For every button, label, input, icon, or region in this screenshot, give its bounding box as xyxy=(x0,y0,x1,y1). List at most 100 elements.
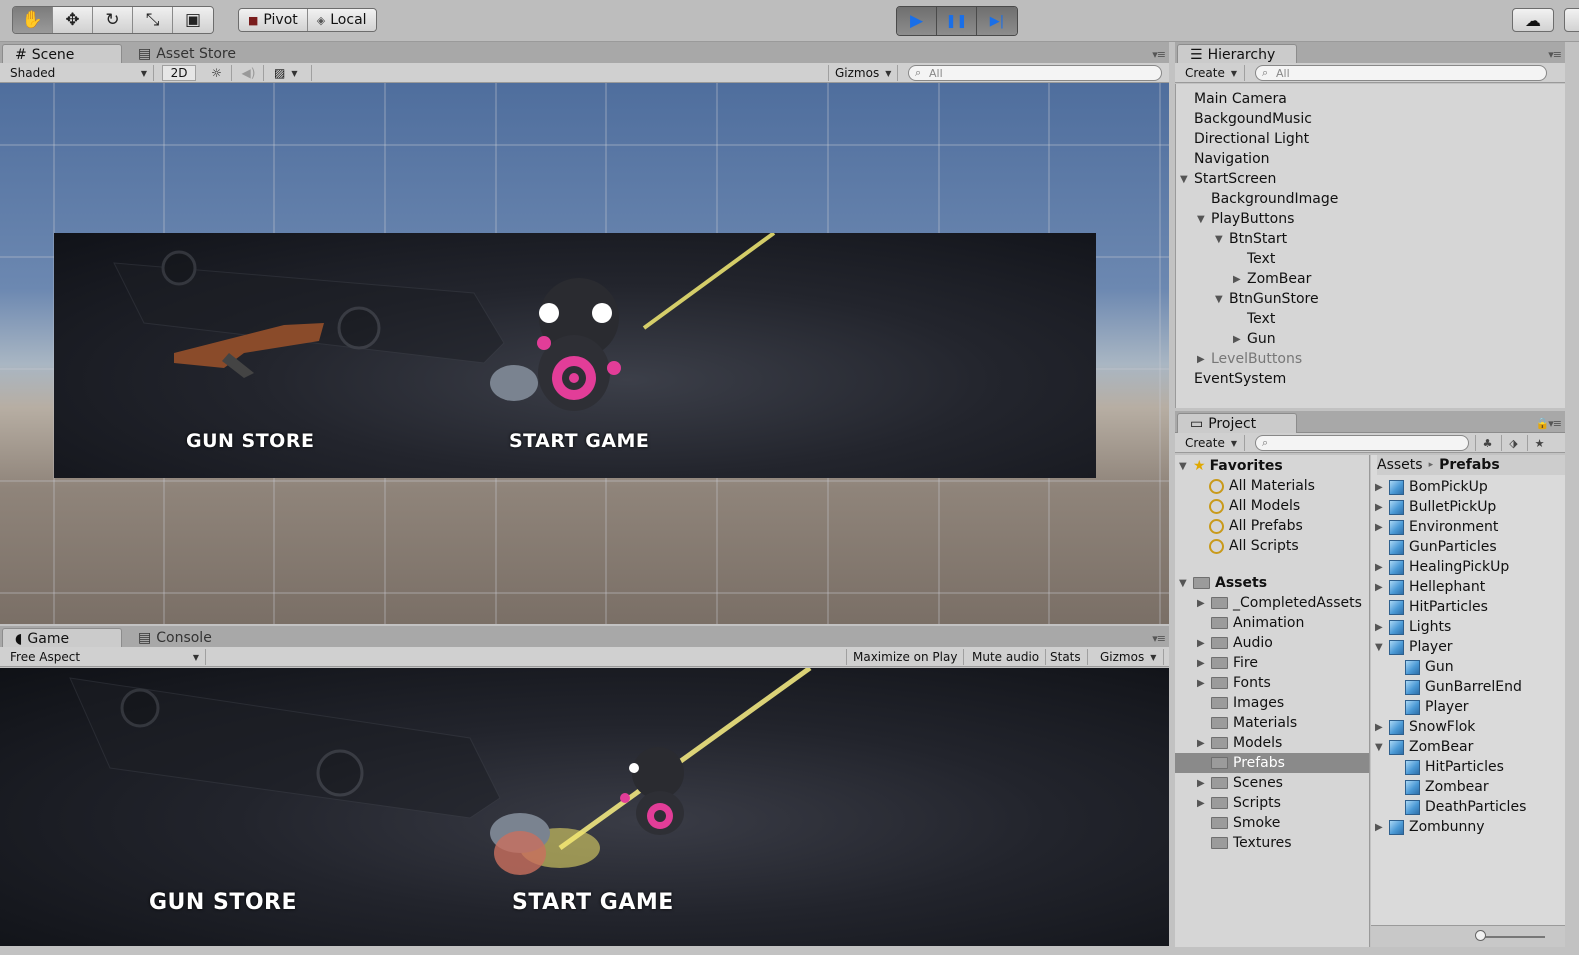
pivot-button[interactable]: ■ Pivot xyxy=(239,9,308,31)
scene-ui-canvas[interactable]: GUN STORE START GAME xyxy=(54,233,1096,478)
pause-button[interactable]: ❚❚ xyxy=(937,7,977,35)
hierarchy-item-btn-gun-store[interactable]: ▼ BtnGunStore xyxy=(1215,289,1319,309)
scene-search-input[interactable]: ⌕ All xyxy=(908,65,1162,81)
local-button[interactable]: ◈ Local xyxy=(307,9,376,31)
favorite-item[interactable]: All Materials xyxy=(1209,476,1315,496)
tab-scene[interactable]: # Scene xyxy=(2,44,122,64)
expander-icon[interactable]: ▼ xyxy=(1215,294,1229,305)
prefab-item[interactable]: ▶ Environment xyxy=(1375,517,1498,537)
folder-item[interactable]: Animation xyxy=(1197,613,1304,633)
prefab-child-item[interactable]: Player xyxy=(1391,697,1469,717)
tab-project[interactable]: ▭ Project xyxy=(1177,413,1297,433)
favorite-button[interactable]: ★ xyxy=(1527,435,1551,451)
effects-dropdown[interactable]: ▨ ▼ xyxy=(268,65,312,81)
prefab-child-item[interactable]: HitParticles xyxy=(1391,757,1504,777)
project-create-dropdown[interactable]: Create ▼ xyxy=(1179,435,1245,451)
prefab-item[interactable]: ▼ ZomBear xyxy=(1375,737,1473,757)
prefab-item[interactable]: ▶ Hellephant xyxy=(1375,577,1485,597)
folder-item[interactable]: ▶ _CompletedAssets xyxy=(1197,593,1362,613)
hierarchy-item-text[interactable]: Text xyxy=(1233,309,1275,329)
hierarchy-item-text[interactable]: Text xyxy=(1233,249,1275,269)
hierarchy-item-btn-start[interactable]: ▼ BtnStart xyxy=(1215,229,1287,249)
project-search-input[interactable]: ⌕ xyxy=(1255,435,1469,451)
folder-item[interactable]: ▶ Scripts xyxy=(1197,793,1281,813)
tab-hierarchy[interactable]: ☰ Hierarchy xyxy=(1177,44,1297,64)
rect-tool-button[interactable]: ▣ xyxy=(173,7,213,33)
cloud-button[interactable]: ☁ xyxy=(1512,8,1554,32)
favorite-item[interactable]: All Models xyxy=(1209,496,1300,516)
hierarchy-item-start-screen[interactable]: ▼ StartScreen xyxy=(1180,169,1276,189)
hierarchy-search-input[interactable]: ⌕ All xyxy=(1255,65,1547,81)
hand-tool-button[interactable]: ✋ xyxy=(13,7,53,33)
expander-icon[interactable]: ▶ xyxy=(1197,354,1211,365)
expander-icon[interactable]: ▶ xyxy=(1233,274,1247,285)
prefab-item[interactable]: ▶ BulletPickUp xyxy=(1375,497,1496,517)
rotate-tool-button[interactable]: ↻ xyxy=(93,7,133,33)
expander-icon[interactable]: ▶ xyxy=(1233,334,1247,345)
folder-item[interactable]: Smoke xyxy=(1197,813,1280,833)
prefab-child-item[interactable]: Gun xyxy=(1391,657,1454,677)
tab-console[interactable]: ▤ Console xyxy=(126,628,224,648)
game-gizmos-dropdown[interactable]: Gizmos ▼ xyxy=(1094,649,1164,665)
tab-game[interactable]: ◖ Game xyxy=(2,628,122,648)
hierarchy-item-background-image[interactable]: BackgroundImage xyxy=(1197,189,1338,209)
prefab-item[interactable]: ▶ HealingPickUp xyxy=(1375,557,1509,577)
expander-icon[interactable]: ▼ xyxy=(1197,214,1211,225)
scene-view[interactable]: GUN STORE START GAME xyxy=(0,83,1169,624)
play-button[interactable]: ▶ xyxy=(897,7,937,35)
hierarchy-item-backgound-music[interactable]: BackgoundMusic xyxy=(1180,109,1312,129)
panel-menu-icon[interactable]: ▾≡ xyxy=(1548,48,1562,61)
scene-gizmos-dropdown[interactable]: Gizmos ▼ xyxy=(828,65,898,81)
folder-item[interactable]: ▶ Models xyxy=(1197,733,1282,753)
game-start-game-label[interactable]: START GAME xyxy=(512,890,674,915)
canvas-gun-store-label[interactable]: GUN STORE xyxy=(186,430,314,452)
hierarchy-item-play-buttons[interactable]: ▼ PlayButtons xyxy=(1197,209,1294,229)
aspect-dropdown[interactable]: Free Aspect ▼ xyxy=(4,649,206,665)
folder-item[interactable]: Materials xyxy=(1197,713,1297,733)
panel-menu-icon[interactable]: ▾≡ xyxy=(1152,632,1166,645)
hierarchy-item-main-camera[interactable]: Main Camera xyxy=(1180,89,1287,109)
folder-item[interactable]: Textures xyxy=(1197,833,1292,853)
hierarchy-item-zombear[interactable]: ▶ ZomBear xyxy=(1233,269,1311,289)
favorite-item[interactable]: All Scripts xyxy=(1209,536,1299,556)
hierarchy-create-dropdown[interactable]: Create ▼ xyxy=(1179,65,1245,81)
favorite-item[interactable]: All Prefabs xyxy=(1209,516,1303,536)
hierarchy-item-event-system[interactable]: EventSystem xyxy=(1180,369,1286,389)
shading-dropdown[interactable]: Shaded ▼ xyxy=(4,65,154,81)
move-tool-button[interactable]: ✥ xyxy=(53,7,93,33)
prefab-item[interactable]: HitParticles xyxy=(1375,597,1488,617)
prefab-item[interactable]: ▶ Lights xyxy=(1375,617,1451,637)
favorites-header[interactable]: ▼ ★ Favorites xyxy=(1179,456,1283,476)
prefab-item[interactable]: ▶ SnowFlok xyxy=(1375,717,1475,737)
prefab-child-item[interactable]: DeathParticles xyxy=(1391,797,1526,817)
prefab-item[interactable]: ▶ BomPickUp xyxy=(1375,477,1488,497)
prefab-item[interactable]: ▶ Zombunny xyxy=(1375,817,1485,837)
breadcrumb-root[interactable]: Assets xyxy=(1377,457,1423,473)
folder-item[interactable]: ▶ Fire xyxy=(1197,653,1258,673)
hierarchy-item-directional-light[interactable]: Directional Light xyxy=(1180,129,1309,149)
game-gun-store-label[interactable]: GUN STORE xyxy=(149,890,297,915)
prefab-item[interactable]: GunParticles xyxy=(1375,537,1497,557)
hierarchy-item-navigation[interactable]: Navigation xyxy=(1180,149,1270,169)
panel-menu-icon[interactable]: ▾≡ xyxy=(1152,48,1166,61)
maximize-on-play-toggle[interactable]: Maximize on Play xyxy=(846,649,965,665)
prefab-child-item[interactable]: GunBarrelEnd xyxy=(1391,677,1522,697)
folder-item[interactable]: ▶ Fonts xyxy=(1197,673,1271,693)
audio-toggle[interactable]: ◀) xyxy=(234,65,264,81)
folder-item-selected[interactable]: Prefabs xyxy=(1175,753,1369,773)
hierarchy-item-level-buttons[interactable]: ▶ LevelButtons xyxy=(1197,349,1302,369)
scale-tool-button[interactable]: ⤡ xyxy=(133,7,173,33)
lighting-toggle[interactable]: ☼ xyxy=(202,65,232,81)
folder-item[interactable]: Images xyxy=(1197,693,1284,713)
step-button[interactable]: ▶| xyxy=(977,7,1017,35)
prefab-item[interactable]: ▼ Player xyxy=(1375,637,1453,657)
account-button[interactable] xyxy=(1564,8,1579,32)
expander-icon[interactable]: ▼ xyxy=(1215,234,1229,245)
game-view[interactable]: GUN STORE START GAME xyxy=(0,668,1169,946)
tab-asset-store[interactable]: ▤ Asset Store xyxy=(126,44,248,64)
icon-size-slider[interactable] xyxy=(1475,930,1486,941)
filter-type-button[interactable]: ♣ xyxy=(1475,435,1499,451)
folder-item[interactable]: ▶ Scenes xyxy=(1197,773,1283,793)
canvas-start-game-label[interactable]: START GAME xyxy=(509,430,649,452)
hierarchy-item-gun[interactable]: ▶ Gun xyxy=(1233,329,1276,349)
